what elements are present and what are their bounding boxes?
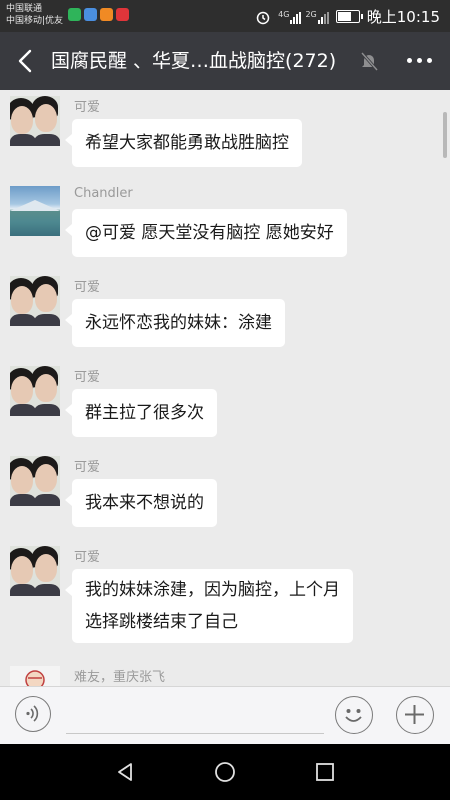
app-icon-blue bbox=[84, 8, 97, 21]
app-icon-red bbox=[116, 8, 129, 21]
clock-time: 晚上10:15 bbox=[366, 8, 440, 26]
nav-recents-icon[interactable] bbox=[311, 758, 339, 786]
battery-icon bbox=[335, 10, 363, 23]
nav-back-icon[interactable] bbox=[111, 758, 139, 786]
back-chevron-icon[interactable] bbox=[12, 47, 40, 75]
avatar[interactable] bbox=[10, 276, 60, 326]
network-label-1: 4G bbox=[278, 9, 290, 19]
message-text: 永远怀恋我的妹妹：涂建 bbox=[85, 313, 272, 333]
add-more-icon[interactable] bbox=[396, 696, 434, 734]
bell-muted-icon bbox=[360, 52, 379, 71]
carrier-info: 中国联通 中国移动|优友 bbox=[6, 3, 63, 27]
message-bubble[interactable]: 我的妹妹涂建，因为脑控，上个月 选择跳楼结束了自己 bbox=[65, 569, 353, 643]
voice-input-icon[interactable] bbox=[15, 696, 51, 732]
avatar[interactable] bbox=[10, 456, 60, 506]
system-nav-bar bbox=[0, 744, 450, 800]
network-label-2: 2G bbox=[305, 9, 317, 19]
message-bubble[interactable]: @可爱 愿天堂没有脑控 愿她安好 bbox=[65, 209, 347, 257]
carrier-line1: 中国联通 bbox=[6, 4, 43, 14]
chat-message-list[interactable]: 可爱 希望大家都能勇敢战胜脑控 Chandler @可爱 愿天堂没有脑控 愿她安… bbox=[0, 90, 450, 686]
message-bubble[interactable]: 群主拉了很多次 bbox=[65, 389, 217, 437]
message-input[interactable] bbox=[66, 733, 324, 734]
emoji-icon[interactable] bbox=[335, 696, 373, 734]
sender-name: 可爱 bbox=[74, 370, 101, 385]
chat-title: 国腐民醒 、华夏…血战脑控(272) bbox=[51, 50, 337, 72]
nav-home-icon[interactable] bbox=[211, 758, 239, 786]
message-bubble[interactable]: 永远怀恋我的妹妹：涂建 bbox=[65, 299, 285, 347]
cartoon-icon bbox=[25, 670, 45, 686]
app-icon-orange bbox=[100, 8, 113, 21]
signal-icon: 4G 2G bbox=[278, 10, 329, 24]
avatar[interactable] bbox=[10, 366, 60, 416]
status-bar: 中国联通 中国移动|优友 4G 2G 晚上10:15 bbox=[0, 0, 450, 32]
scrollbar[interactable] bbox=[443, 112, 447, 158]
avatar[interactable] bbox=[10, 666, 60, 686]
sender-name: Chandler bbox=[74, 186, 133, 201]
message-text: 我本来不想说的 bbox=[85, 493, 204, 513]
message-text: 群主拉了很多次 bbox=[85, 403, 204, 423]
message-text-line: 我的妹妹涂建，因为脑控，上个月 bbox=[85, 580, 340, 600]
avatar[interactable] bbox=[10, 96, 60, 146]
message-text-line: 选择跳楼结束了自己 bbox=[85, 612, 238, 632]
message-text: @可爱 愿天堂没有脑控 愿她安好 bbox=[85, 223, 334, 243]
message-bubble[interactable]: 我本来不想说的 bbox=[65, 479, 217, 527]
message-text: 希望大家都能勇敢战胜脑控 bbox=[85, 133, 289, 153]
status-right: 4G 2G 晚上10:15 bbox=[255, 6, 440, 27]
notification-app-icons bbox=[68, 8, 129, 21]
sender-name: 可爱 bbox=[74, 460, 101, 475]
more-dots-icon[interactable] bbox=[407, 58, 432, 63]
carrier-line2: 中国移动|优友 bbox=[6, 16, 64, 26]
avatar[interactable] bbox=[10, 186, 60, 236]
app-icon-green bbox=[68, 8, 81, 21]
message-bubble[interactable]: 希望大家都能勇敢战胜脑控 bbox=[65, 119, 302, 167]
sender-name: 可爱 bbox=[74, 100, 101, 115]
chat-header: 国腐民醒 、华夏…血战脑控(272) bbox=[0, 32, 450, 90]
sender-name: 难友，重庆张飞 bbox=[74, 670, 166, 685]
avatar[interactable] bbox=[10, 546, 60, 596]
sender-name: 可爱 bbox=[74, 280, 101, 295]
input-bar bbox=[0, 686, 450, 745]
alarm-icon bbox=[256, 11, 270, 24]
sender-name: 可爱 bbox=[74, 550, 101, 565]
